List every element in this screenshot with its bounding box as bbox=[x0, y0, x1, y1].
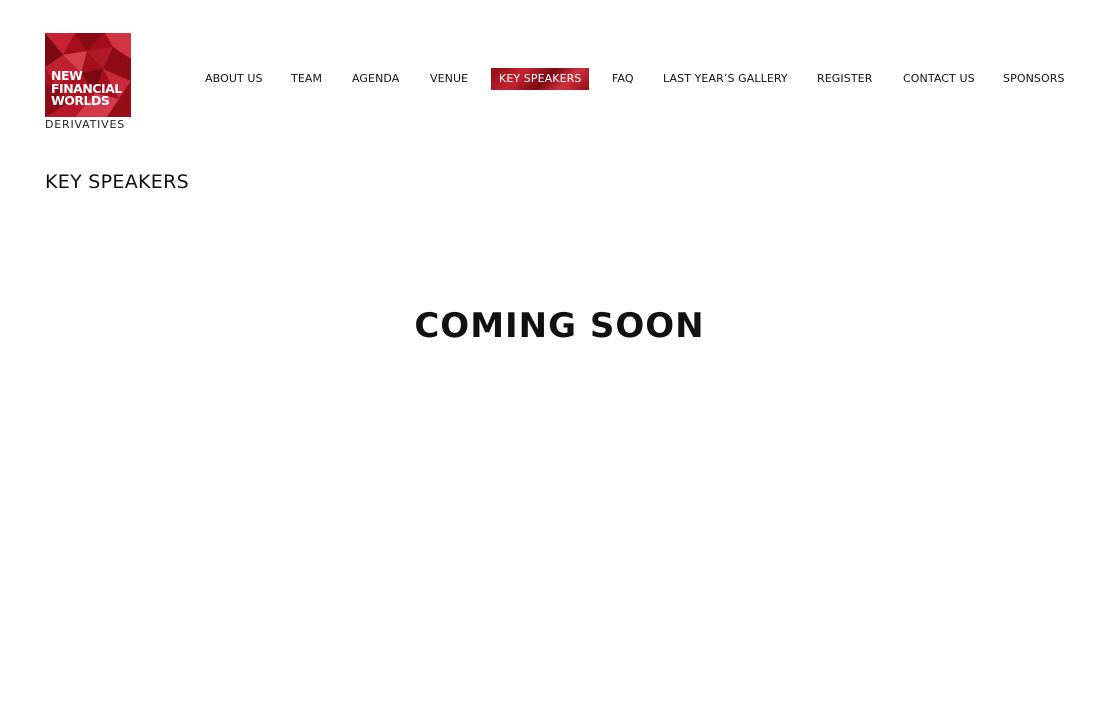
nav-item-gallery[interactable]: LAST YEAR’S GALLERY bbox=[663, 68, 788, 90]
logo-subtitle: DERIVATIVES bbox=[45, 118, 126, 131]
nav-item-about-us[interactable]: ABOUT US bbox=[205, 68, 263, 90]
nav-item-faq[interactable]: FAQ bbox=[612, 68, 634, 90]
page: NEW FINANCIAL WORLDS DERIVATIVES ABOUT U… bbox=[0, 0, 1119, 727]
nav-item-contact-us[interactable]: CONTACT US bbox=[903, 68, 975, 90]
logo-line-3: WORLDS bbox=[51, 93, 110, 108]
nav-item-sponsors[interactable]: SPONSORS bbox=[1003, 68, 1065, 90]
nav-item-venue[interactable]: VENUE bbox=[430, 68, 468, 90]
page-title: KEY SPEAKERS bbox=[45, 170, 189, 193]
nav-item-team[interactable]: TEAM bbox=[291, 68, 322, 90]
main-nav: ABOUT US TEAM AGENDA VENUE KEY SPEAKERS … bbox=[0, 68, 1119, 90]
coming-soon-message: COMING SOON bbox=[414, 306, 705, 346]
nav-item-key-speakers[interactable]: KEY SPEAKERS bbox=[491, 68, 590, 90]
nav-item-register[interactable]: REGISTER bbox=[817, 68, 872, 90]
nav-item-agenda[interactable]: AGENDA bbox=[352, 68, 399, 90]
